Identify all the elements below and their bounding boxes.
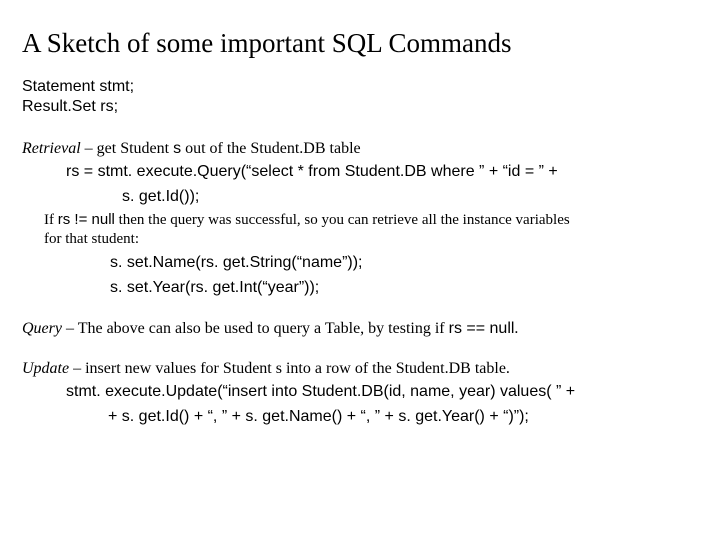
retrieval-note-cond: rs != null	[58, 211, 115, 228]
retrieval-set-2: s. set.Year(rs. get.Int(“year”));	[110, 278, 698, 299]
query-label: Query	[22, 320, 62, 337]
query-desc-post: .	[514, 320, 518, 337]
update-desc: – insert new values for Student s into a…	[69, 360, 510, 377]
query-cond: rs == null	[449, 320, 515, 337]
update-label: Update	[22, 360, 69, 377]
retrieval-heading: Retrieval – get Student s out of the Stu…	[22, 139, 698, 160]
query-heading: Query – The above can also be used to qu…	[22, 319, 698, 340]
retrieval-label: Retrieval	[22, 140, 81, 157]
retrieval-note-line2: for that student:	[44, 231, 139, 247]
retrieval-desc-pre: – get Student	[81, 140, 173, 157]
page-title: A Sketch of some important SQL Commands	[22, 28, 698, 59]
update-heading: Update – insert new values for Student s…	[22, 359, 698, 380]
retrieval-desc-post: out of the Student.DB table	[181, 140, 361, 157]
slide: A Sketch of some important SQL Commands …	[0, 0, 720, 428]
retrieval-note: If rs != null then the query was success…	[44, 211, 698, 249]
retrieval-note-mid: then the query was successful, so you ca…	[115, 212, 570, 228]
retrieval-note-pre: If	[44, 212, 58, 228]
query-desc-pre: – The above can also be used to query a …	[62, 320, 449, 337]
retrieval-set-1: s. set.Name(rs. get.String(“name”));	[110, 253, 698, 274]
retrieval-code-1: rs = stmt. execute.Query(“select * from …	[66, 162, 698, 183]
update-code-2: + s. get.Id() + “, ” + s. get.Name() + “…	[108, 407, 698, 428]
update-code-1: stmt. execute.Update(“insert into Studen…	[66, 382, 698, 403]
declarations-block: Statement stmt; Result.Set rs;	[22, 77, 698, 117]
decl-line-2: Result.Set rs;	[22, 97, 698, 117]
decl-line-1: Statement stmt;	[22, 77, 698, 97]
retrieval-code-2: s. get.Id());	[122, 187, 698, 208]
retrieval-s-token: s	[173, 140, 181, 157]
